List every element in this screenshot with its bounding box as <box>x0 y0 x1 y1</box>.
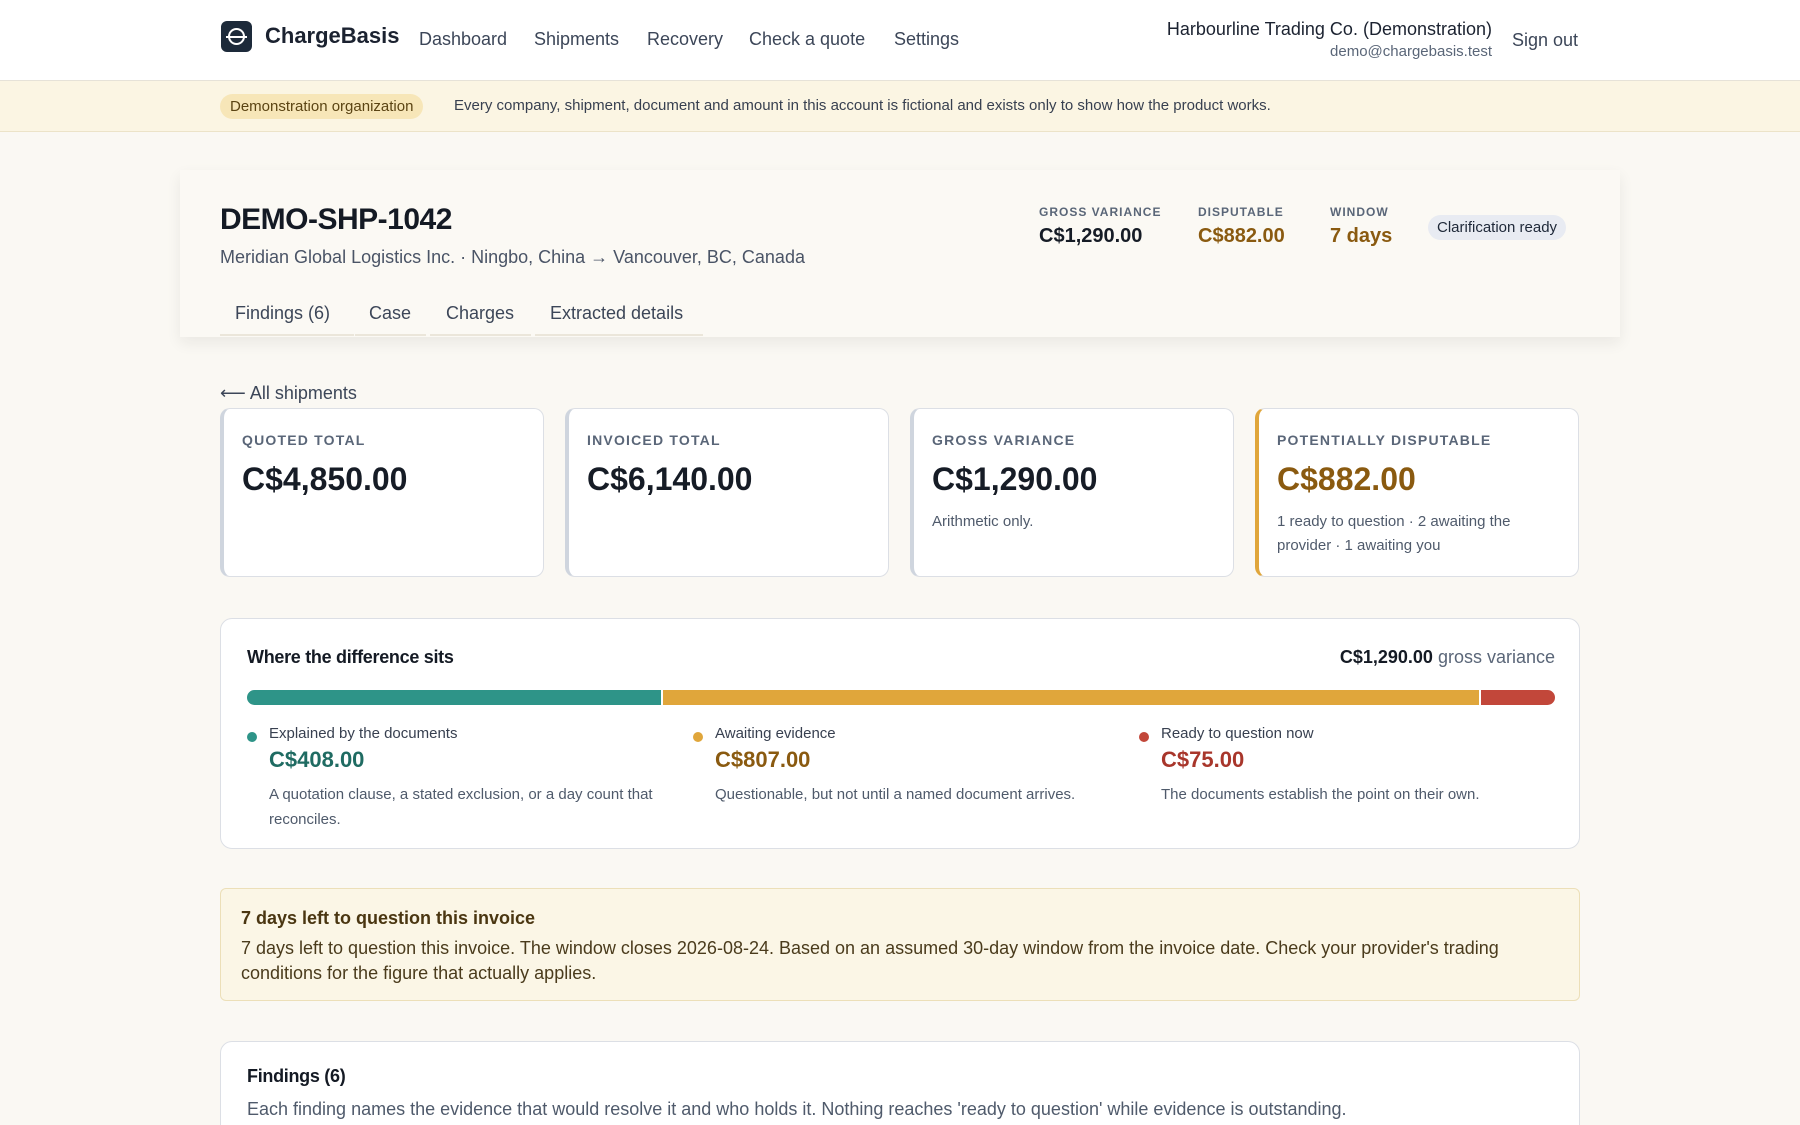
potentially-disputable-card: POTENTIALLY DISPUTABLE C$882.00 1 ready … <box>1255 408 1579 577</box>
tab-underline-extracted-details <box>535 334 703 336</box>
findings-panel: Findings (6) Each finding names the evid… <box>220 1041 1580 1125</box>
quoted-total-card: QUOTED TOTAL C$4,850.00 <box>220 408 544 577</box>
tab-case[interactable]: Case <box>369 303 411 324</box>
tab-underline-case <box>355 334 426 336</box>
legend-dot <box>693 732 703 742</box>
card-value: C$6,140.00 <box>587 461 753 497</box>
legend-label: Awaiting evidence <box>715 725 836 742</box>
top-navigation-bar: ChargeBasis Dashboard Shipments Recovery… <box>0 0 1800 81</box>
nav-dashboard[interactable]: Dashboard <box>419 29 507 50</box>
card-label: GROSS VARIANCE <box>932 432 1076 448</box>
gross-variance-amount: C$1,290.00 <box>1339 647 1433 667</box>
demo-organization-badge: Demonstration organization <box>220 94 424 119</box>
findings-description: Each finding names the evidence that wou… <box>247 1099 1347 1119</box>
card-label: INVOICED TOTAL <box>587 432 721 448</box>
card-note: Arithmetic only. <box>932 513 1034 530</box>
card-value: C$882.00 <box>1277 461 1416 497</box>
demo-banner: Demonstration organization Every company… <box>0 81 1800 132</box>
legend-dot <box>1139 732 1149 742</box>
legend-label: Ready to question now <box>1161 725 1314 742</box>
notice-title: 7 days left to question this invoice <box>241 908 536 928</box>
user-email: demo@chargebasis.test <box>1330 43 1492 60</box>
panel-total: C$1,290.00 gross variance <box>1340 647 1555 668</box>
brand-name[interactable]: ChargeBasis <box>265 23 400 49</box>
legend-note: The documents establish the point on the… <box>1161 786 1480 803</box>
legend-dot <box>247 732 257 742</box>
nav-recovery[interactable]: Recovery <box>647 29 723 50</box>
legend-note: Questionable, but not until a named docu… <box>715 786 1076 803</box>
difference-stacked-bar <box>247 690 1555 705</box>
demo-banner-text: Every company, shipment, document and am… <box>454 97 1271 114</box>
back-to-shipments-link[interactable]: ⟵ All shipments <box>220 383 357 404</box>
findings-title: Findings (6) <box>247 1066 346 1086</box>
shipment-route: Meridian Global Logistics Inc. · Ningbo,… <box>220 247 805 267</box>
gross-variance-suffix: gross variance <box>1437 647 1555 667</box>
card-value: C$4,850.00 <box>242 461 408 497</box>
card-label: POTENTIALLY DISPUTABLE <box>1277 432 1492 448</box>
card-note: 1 ready to question · 2 awaiting the pro… <box>1277 513 1511 554</box>
tab-extracted-details[interactable]: Extracted details <box>550 303 683 324</box>
tab-findings[interactable]: Findings (6) <box>235 303 330 324</box>
legend-value: C$75.00 <box>1161 747 1245 772</box>
kpi-disputable-value: C$882.00 <box>1198 225 1285 247</box>
tab-underline-findings <box>220 334 354 336</box>
nav-settings[interactable]: Settings <box>894 29 959 50</box>
notice-body: 7 days left to question this invoice. Th… <box>241 938 1499 983</box>
kpi-window-label: WINDOW <box>1330 205 1389 219</box>
invoiced-total-card: INVOICED TOTAL C$6,140.00 <box>565 408 889 577</box>
difference-breakdown-panel: Where the difference sits C$1,290.00 gro… <box>220 618 1580 849</box>
card-value: C$1,290.00 <box>932 461 1098 497</box>
shipment-id: DEMO-SHP-1042 <box>220 203 452 236</box>
sign-out-link[interactable]: Sign out <box>1512 30 1578 51</box>
legend-value: C$807.00 <box>715 747 811 772</box>
bar-segment-1 <box>247 690 661 705</box>
tab-underline-charges <box>430 334 531 336</box>
nav-shipments[interactable]: Shipments <box>534 29 619 50</box>
card-label: QUOTED TOTAL <box>242 432 366 448</box>
legend-note: A quotation clause, a stated exclusion, … <box>269 786 653 828</box>
status-badge: Clarification ready <box>1428 215 1567 240</box>
chargebasis-logo-icon[interactable] <box>221 21 252 52</box>
kpi-gross-variance-label: GROSS VARIANCE <box>1039 205 1162 219</box>
bar-segment-2 <box>660 690 1479 705</box>
kpi-window-value: 7 days <box>1330 225 1393 247</box>
bar-segment-3 <box>1478 690 1555 705</box>
organization-name: Harbourline Trading Co. (Demonstration) <box>1166 19 1492 39</box>
nav-check-a-quote[interactable]: Check a quote <box>749 29 865 50</box>
legend-label: Explained by the documents <box>269 725 458 742</box>
gross-variance-card: GROSS VARIANCE C$1,290.00 Arithmetic onl… <box>910 408 1234 577</box>
panel-title: Where the difference sits <box>247 647 454 667</box>
legend-value: C$408.00 <box>269 747 365 772</box>
kpi-disputable-label: DISPUTABLE <box>1198 205 1284 219</box>
kpi-gross-variance-value: C$1,290.00 <box>1039 225 1143 247</box>
dispute-window-notice: 7 days left to question this invoice 7 d… <box>220 888 1580 1001</box>
tab-charges[interactable]: Charges <box>446 303 514 324</box>
